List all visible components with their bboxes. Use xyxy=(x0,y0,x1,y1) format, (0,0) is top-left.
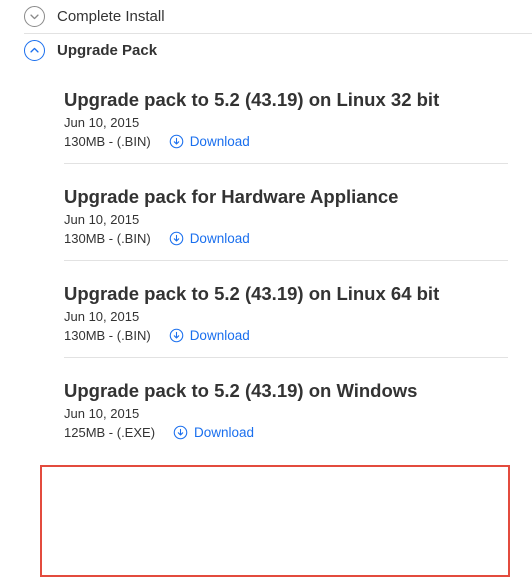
item-title: Upgrade pack for Hardware Appliance xyxy=(64,186,508,208)
item-meta: 130MB - (.BIN) xyxy=(64,328,151,343)
list-item: Upgrade pack to 5.2 (43.19) on Windows J… xyxy=(64,358,508,454)
item-meta: 130MB - (.BIN) xyxy=(64,134,151,149)
download-link[interactable]: Download xyxy=(169,134,250,149)
item-meta: 125MB - (.EXE) xyxy=(64,425,155,440)
list-item: Upgrade pack to 5.2 (43.19) on Linux 32 … xyxy=(64,67,508,164)
download-link[interactable]: Download xyxy=(169,231,250,246)
chevron-up-icon xyxy=(24,40,45,61)
item-title: Upgrade pack to 5.2 (43.19) on Linux 64 … xyxy=(64,283,508,305)
download-label: Download xyxy=(190,328,250,343)
highlight-box xyxy=(40,465,510,577)
download-link[interactable]: Download xyxy=(169,328,250,343)
item-date: Jun 10, 2015 xyxy=(64,406,508,421)
list-item: Upgrade pack to 5.2 (43.19) on Linux 64 … xyxy=(64,261,508,358)
download-link[interactable]: Download xyxy=(173,425,254,440)
item-date: Jun 10, 2015 xyxy=(64,309,508,324)
chevron-down-icon xyxy=(24,6,45,27)
item-title: Upgrade pack to 5.2 (43.19) on Windows xyxy=(64,380,508,402)
download-icon xyxy=(169,134,184,149)
section-upgrade-pack[interactable]: Upgrade Pack xyxy=(0,34,532,67)
download-icon xyxy=(169,231,184,246)
download-icon xyxy=(169,328,184,343)
section-title-complete-install: Complete Install xyxy=(57,8,165,25)
download-icon xyxy=(173,425,188,440)
item-date: Jun 10, 2015 xyxy=(64,115,508,130)
item-meta: 130MB - (.BIN) xyxy=(64,231,151,246)
download-label: Download xyxy=(194,425,254,440)
item-title: Upgrade pack to 5.2 (43.19) on Linux 32 … xyxy=(64,89,508,111)
item-date: Jun 10, 2015 xyxy=(64,212,508,227)
list-item: Upgrade pack for Hardware Appliance Jun … xyxy=(64,164,508,261)
download-label: Download xyxy=(190,134,250,149)
section-title-upgrade-pack: Upgrade Pack xyxy=(57,42,157,59)
download-label: Download xyxy=(190,231,250,246)
section-complete-install[interactable]: Complete Install xyxy=(0,0,532,33)
